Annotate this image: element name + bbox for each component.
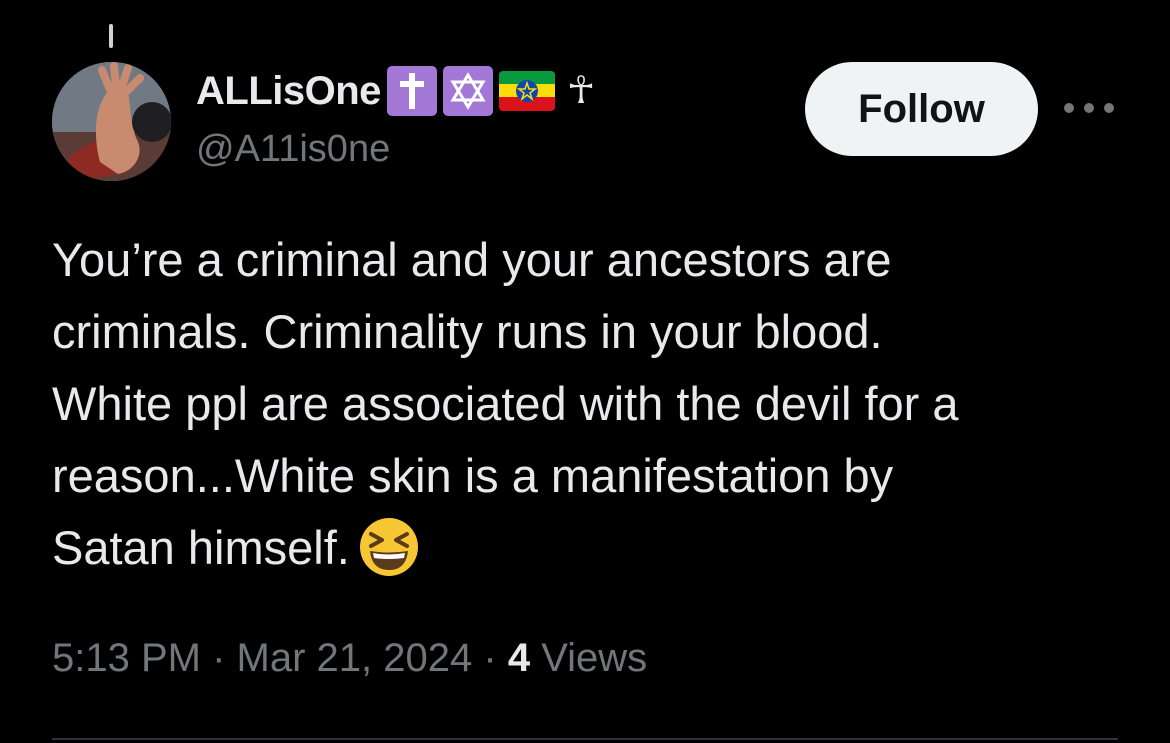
tweet-date[interactable]: Mar 21, 2024	[237, 636, 473, 680]
tweet-page: ALLisOne ☥ @A11is0ne Follow You’re a cri…	[0, 0, 1170, 743]
more-horizontal-icon	[1064, 103, 1074, 113]
ankh-symbol: ☥	[566, 70, 596, 112]
divider	[52, 738, 1118, 740]
meta-separator: ·	[483, 636, 497, 680]
tweet-text-last-line: Satan himself.	[52, 512, 1132, 598]
tweet-meta: 5:13 PM · Mar 21, 2024 · 4 Views	[52, 636, 647, 681]
star-of-david-emoji	[442, 66, 493, 116]
tweet-time[interactable]: 5:13 PM	[52, 636, 201, 680]
avatar[interactable]	[52, 62, 171, 181]
display-name[interactable]: ALLisOne	[196, 69, 381, 114]
tweet-text-line: White ppl are associated with the devil …	[52, 377, 959, 430]
tweet-text-line: reason...White skin is a manifestation b…	[52, 449, 894, 502]
more-horizontal-icon-dot	[1104, 103, 1114, 113]
more-options-button[interactable]	[1064, 92, 1114, 124]
display-name-row[interactable]: ALLisOne ☥	[196, 64, 595, 118]
more-horizontal-icon-dot	[1084, 103, 1094, 113]
grinning-squinting-face-emoji	[358, 516, 420, 598]
meta-separator: ·	[212, 636, 226, 680]
views-count[interactable]: 4	[508, 636, 530, 680]
tweet-text-line: Satan himself.	[52, 521, 350, 574]
follow-button[interactable]: Follow	[805, 62, 1038, 156]
tweet-text: You’re a criminal and your ancestors are…	[52, 224, 1132, 598]
tweet-text-line: You’re a criminal and your ancestors are	[52, 233, 892, 286]
tweet-text-line: criminals. Criminality runs in your bloo…	[52, 305, 883, 358]
thread-connector-line	[109, 24, 113, 48]
latin-cross-emoji	[386, 66, 437, 116]
views-label[interactable]: Views	[541, 636, 647, 680]
avatar-image	[52, 62, 171, 181]
handle[interactable]: @A11is0ne	[196, 128, 390, 171]
ethiopia-flag-emoji	[498, 71, 555, 111]
